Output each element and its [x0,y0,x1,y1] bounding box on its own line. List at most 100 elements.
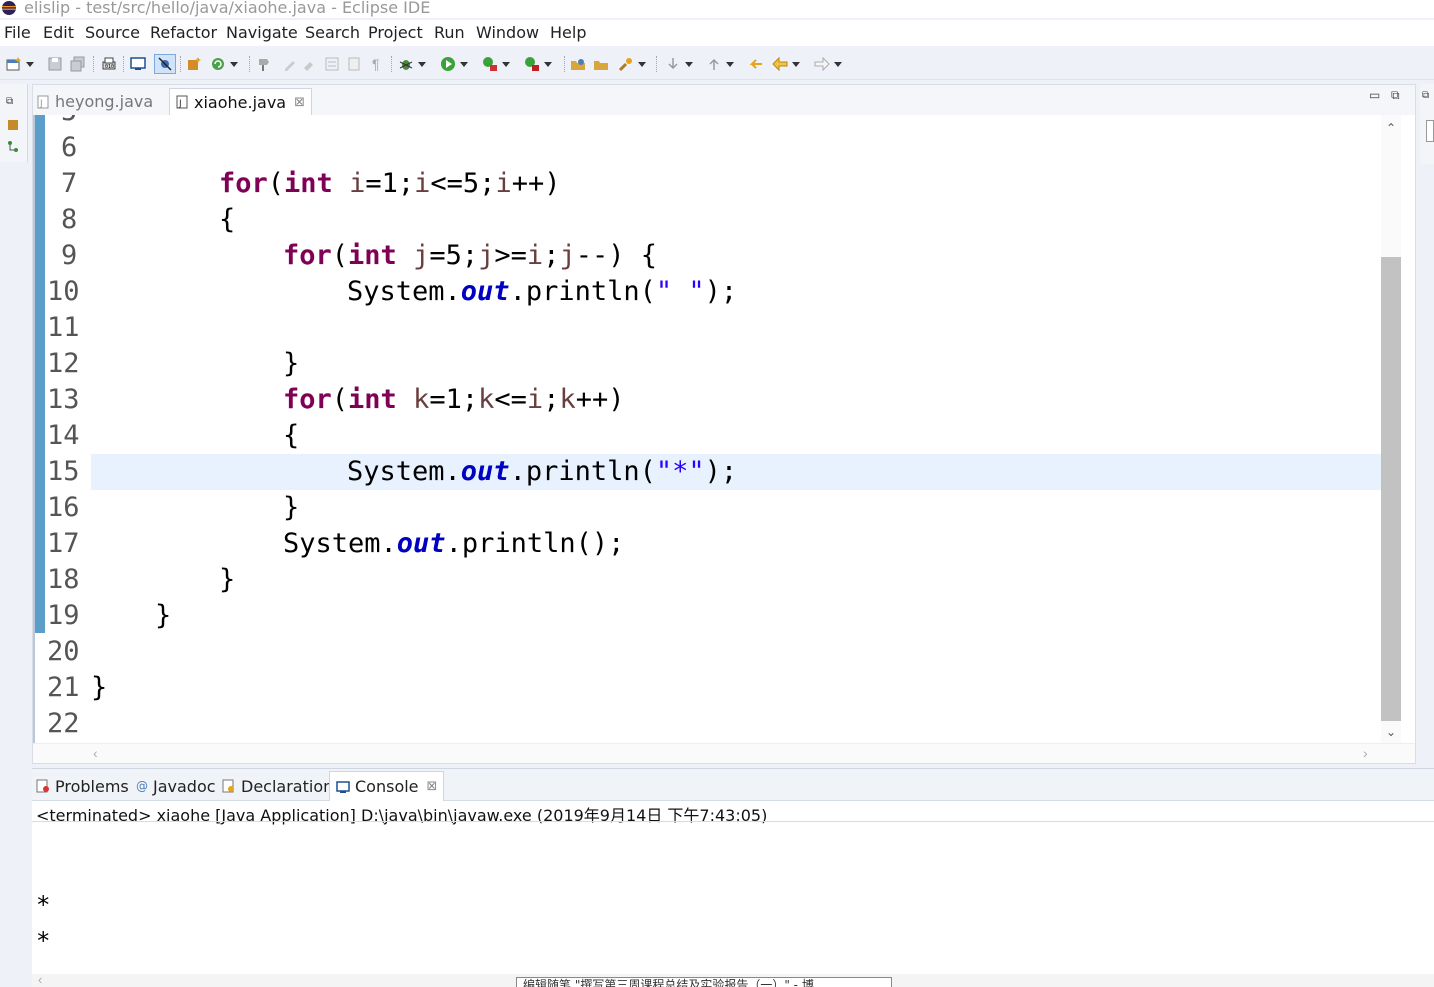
open-task-button[interactable] [593,54,609,74]
chevron-down-icon [544,61,552,67]
document-icon [348,57,360,71]
scroll-right-icon[interactable]: › [1363,745,1368,761]
code-line-9: for(int j=5;j>=i;j--) { [283,240,657,271]
edit-disabled-button-3[interactable] [324,54,340,74]
menu-navigate[interactable]: Navigate [226,23,298,42]
tab-label: Console [355,777,419,796]
next-annotation-button[interactable] [665,54,693,74]
type-hierarchy-icon[interactable] [6,140,20,154]
last-edit-button[interactable] [748,54,764,74]
vertical-scrollbar[interactable]: ⌃ ⌄ [1381,115,1401,743]
scroll-up-icon[interactable]: ⌃ [1386,121,1396,135]
tab-xiaohe-java[interactable]: J xiaohe.java ⊠ [169,88,313,115]
new-java-package-button[interactable] [186,54,202,74]
menu-run[interactable]: Run [434,23,465,42]
refresh-icon [212,58,224,70]
back-button[interactable] [772,54,800,74]
toolbar-separator [123,56,124,72]
previous-annotation-button[interactable] [706,54,734,74]
chevron-down-icon [418,61,426,67]
menu-search[interactable]: Search [305,23,360,42]
run-button[interactable] [440,54,468,74]
scroll-down-icon[interactable]: ⌄ [1386,725,1396,739]
line-number: 19 [47,600,80,631]
chevron-down-icon [726,61,734,67]
code-editor[interactable]: 5 6 7 8 9 10 11 12 13 14 15 16 17 18 19 20 21 22 for(int … [33,115,1415,743]
show-whitespace-button[interactable]: ¶ [372,54,380,74]
svg-text:010: 010 [105,64,114,70]
line-number: 5 [47,115,91,130]
tab-console[interactable]: Console ⊠ [329,771,445,801]
print-icon: 010 [102,57,116,70]
coverage-button[interactable] [482,54,510,74]
menu-source[interactable]: Source [85,23,140,42]
line-number: 17 [47,528,80,559]
close-tab-icon[interactable]: ⊠ [294,95,305,110]
open-task-icon [594,61,608,70]
chevron-down-icon [26,61,34,67]
menu-refactor[interactable]: Refactor [150,23,217,42]
save-button[interactable] [47,54,63,74]
eclipse-window: elislip - test/src/hello/java/xiaohe.jav… [0,0,1434,987]
line-number: 12 [47,348,80,379]
save-all-button[interactable] [70,54,86,74]
scrollbar-thumb[interactable] [1381,257,1401,721]
code-line-10: System.out.println(" "); [347,276,738,307]
code-line-18: } [219,564,236,595]
tab-declaration[interactable]: Declaration [222,775,333,797]
terminal-button[interactable] [130,54,146,74]
line-number: 13 [47,384,80,415]
edit-disabled-button-2[interactable] [302,54,318,74]
line-number: 21 [47,672,80,703]
menu-window[interactable]: Window [476,23,539,42]
problems-icon [36,779,49,793]
debug-button[interactable] [398,54,426,74]
code-line-16: } [283,492,300,523]
scroll-left-icon[interactable]: ‹ [93,745,98,761]
code-line-8: { [219,204,236,235]
menu-help[interactable]: Help [550,23,586,42]
search-button[interactable] [618,54,646,74]
run-icon [441,57,455,71]
maximize-icon[interactable]: ⧉ [1391,88,1400,103]
print-button[interactable]: 010 [101,54,117,74]
tab-problems[interactable]: Problems [36,775,129,797]
line-number: 10 [47,276,80,307]
skip-breakpoints-button[interactable] [154,54,176,74]
edit-disabled-button-4[interactable] [346,54,362,74]
menu-project[interactable]: Project [368,23,423,42]
restore-icon[interactable]: ⧉ [1422,90,1429,101]
close-tab-icon[interactable]: ⊠ [427,779,438,794]
code-line-21: } [91,672,108,703]
tab-javadoc[interactable]: @ Javadoc [136,775,216,797]
code-line-17: System.out.println(); [283,528,625,559]
divider [32,821,1434,822]
minimize-icon[interactable]: ▭ [1369,88,1380,102]
package-explorer-icon[interactable] [6,118,20,132]
edit-disabled-button-1[interactable] [282,54,298,74]
toolbar-separator [180,56,181,72]
console-icon [336,780,350,793]
java-file-icon: J [176,95,188,109]
forward-button[interactable] [814,54,842,74]
open-type-button[interactable] [570,54,586,74]
refresh-button[interactable] [210,54,238,74]
tab-heyong-java[interactable]: J heyong.java [37,88,153,115]
scroll-left-icon[interactable]: ‹ [38,972,42,987]
new-wizard-button[interactable] [6,54,34,74]
toggle-mark-occurrences-button[interactable] [256,54,272,74]
menu-file[interactable]: File [4,23,31,42]
menu-edit[interactable]: Edit [43,23,74,42]
external-tools-button[interactable] [524,54,552,74]
line-number: 8 [61,204,78,235]
outline-view-icon[interactable] [1426,120,1434,142]
restore-icon[interactable]: ⧉ [6,96,13,107]
code-line-19: } [155,600,172,631]
editor-tab-bar: J heyong.java J xiaohe.java ⊠ ▭ ⧉ [33,85,1415,115]
right-trim-stack: ⧉ [1420,84,1434,164]
save-icon [48,57,62,71]
horizontal-scrollbar[interactable]: ‹ › [33,743,1415,763]
menu-bar: File Edit Source Refactor Navigate Searc… [0,20,1434,46]
toolbar-separator [249,56,250,72]
toolbar-separator [93,56,94,72]
